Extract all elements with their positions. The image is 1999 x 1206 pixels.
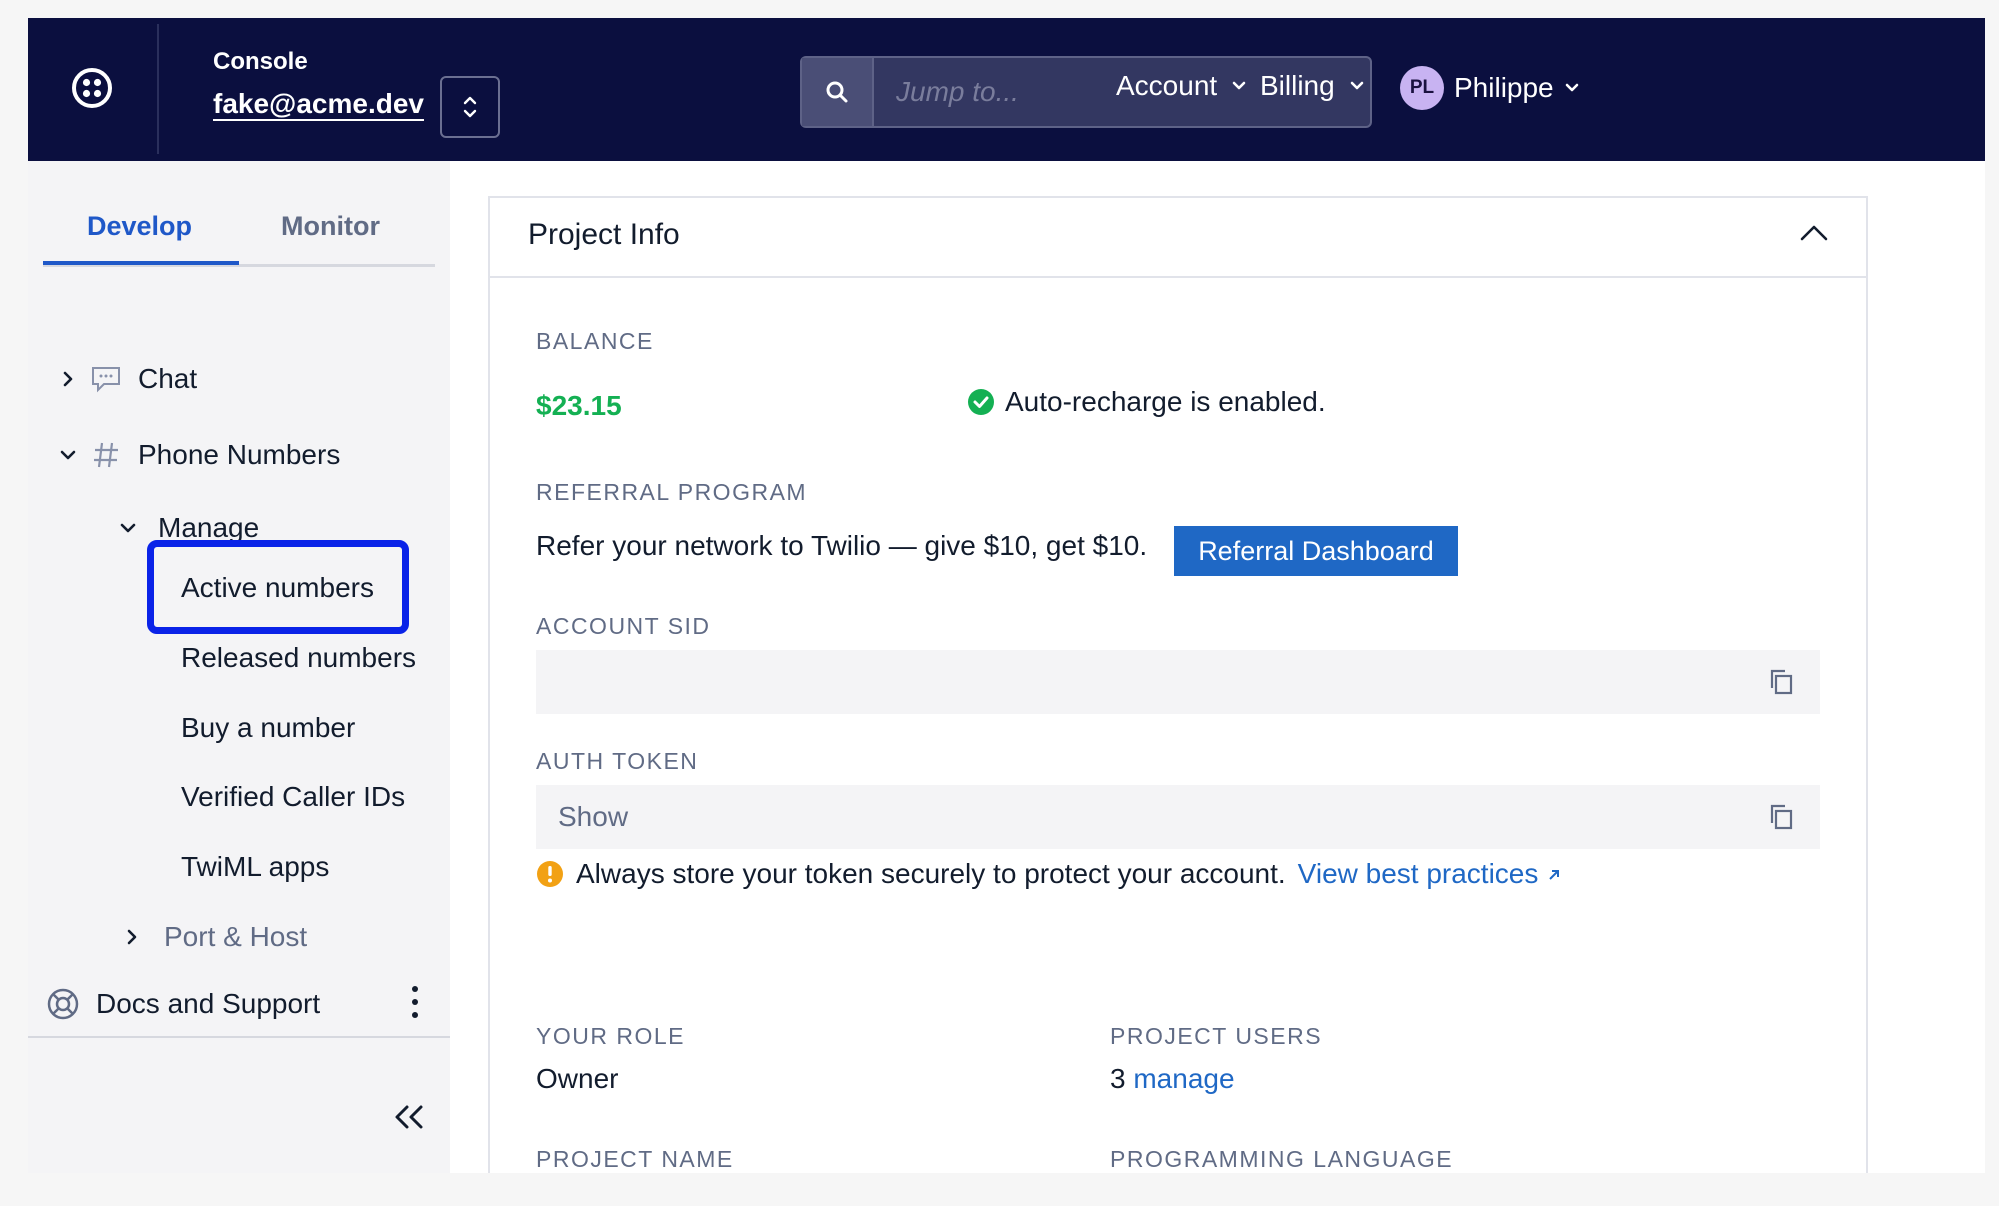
search-button[interactable] <box>802 58 874 126</box>
auth-token-label: AUTH TOKEN <box>536 748 699 774</box>
account-switcher-button[interactable] <box>440 76 500 138</box>
top-bar: Console fake@acme.dev Account Billing <box>28 18 1985 161</box>
billing-menu-label: Billing <box>1260 70 1335 101</box>
sidebar-item-port-and-host[interactable]: Port & Host <box>122 921 307 953</box>
view-best-practices-label: View best practices <box>1297 858 1539 889</box>
search-icon <box>826 81 848 103</box>
sidebar-item-chat[interactable]: Chat <box>58 363 197 395</box>
account-menu[interactable]: Account <box>1116 70 1247 102</box>
avatar: PL <box>1400 66 1444 110</box>
account-sid-label: ACCOUNT SID <box>536 613 711 639</box>
your-role-value: Owner <box>536 1063 619 1094</box>
auto-recharge-status: Auto-recharge is enabled. <box>967 386 1326 418</box>
chat-icon <box>90 365 122 393</box>
sidebar-item-released-numbers[interactable]: Released numbers <box>181 642 416 674</box>
chevron-up-icon <box>1800 225 1828 241</box>
referral-text: Refer your network to Twilio — give $10,… <box>536 530 1148 561</box>
auth-token-field: Show <box>536 785 1820 849</box>
tab-monitor[interactable]: Monitor <box>281 211 380 242</box>
twilio-logo-icon[interactable] <box>70 66 114 110</box>
sidebar-item-label: Phone Numbers <box>138 439 341 470</box>
your-role-label: YOUR ROLE <box>536 1023 685 1049</box>
chevron-down-icon <box>58 445 78 465</box>
balance-label: BALANCE <box>536 328 654 354</box>
sidebar: Develop Monitor Chat Phone Numbers Manag… <box>28 161 450 1173</box>
copy-auth-token-button[interactable] <box>1768 803 1794 836</box>
user-name: Philippe <box>1454 72 1554 103</box>
chevron-down-icon <box>1565 83 1578 92</box>
sidebar-item-label: TwiML apps <box>181 851 330 882</box>
copy-icon <box>1770 804 1793 830</box>
programming-language-label: PROGRAMMING LANGUAGE <box>1110 1146 1454 1172</box>
show-auth-token-button[interactable]: Show <box>558 801 628 833</box>
chevron-down-icon <box>1232 81 1246 90</box>
project-users-value: 3 manage <box>1110 1063 1235 1095</box>
referral-program-label: REFERRAL PROGRAM <box>536 479 808 505</box>
sidebar-tabs: Develop Monitor <box>43 191 435 267</box>
sidebar-item-label: Active numbers <box>181 572 374 603</box>
account-sid-field[interactable] <box>536 650 1820 714</box>
header-divider <box>157 24 159 154</box>
sidebar-item-twiml-apps[interactable]: TwiML apps <box>181 851 329 883</box>
sidebar-item-active-numbers[interactable]: Active numbers <box>181 572 374 604</box>
sidebar-item-verified-caller-ids[interactable]: Verified Caller IDs <box>181 781 405 813</box>
project-users-label: PROJECT USERS <box>1110 1023 1323 1049</box>
chevron-down-icon <box>1350 81 1364 90</box>
project-info-card: Project Info BALANCE $23.15 Auto-recharg… <box>488 196 1868 1173</box>
view-best-practices-link[interactable]: View best practices <box>1298 858 1563 890</box>
account-email-link[interactable]: fake@acme.dev <box>213 88 424 120</box>
chevron-right-icon <box>122 927 142 947</box>
sidebar-item-label: Chat <box>138 363 198 394</box>
more-options-button[interactable] <box>410 984 420 1025</box>
token-warning-text: Always store your token securely to prot… <box>576 858 1286 889</box>
external-link-icon <box>1549 870 1560 880</box>
billing-menu[interactable]: Billing <box>1260 70 1365 102</box>
warning-circle-icon <box>537 861 563 887</box>
copy-icon <box>1770 669 1793 695</box>
copy-account-sid-button[interactable] <box>1768 668 1794 701</box>
auto-recharge-text: Auto-recharge is enabled. <box>1005 386 1326 417</box>
collapse-sidebar-button[interactable] <box>392 1103 426 1136</box>
check-circle-icon <box>968 389 994 415</box>
console-label: Console <box>213 48 308 75</box>
chevron-up-down-icon <box>463 96 477 118</box>
sidebar-item-label: Released numbers <box>181 642 417 673</box>
docs-and-support-label: Docs and Support <box>96 988 321 1019</box>
sidebar-item-phone-numbers[interactable]: Phone Numbers <box>58 439 340 471</box>
user-menu[interactable]: PL Philippe <box>1400 66 1580 110</box>
sidebar-item-buy-a-number[interactable]: Buy a number <box>181 712 355 744</box>
project-name-label: PROJECT NAME <box>536 1146 734 1172</box>
sidebar-divider <box>28 1036 450 1038</box>
project-info-title: Project Info <box>528 218 680 251</box>
double-chevron-left-icon <box>395 1105 423 1129</box>
tab-develop[interactable]: Develop <box>87 211 192 242</box>
token-warning: Always store your token securely to prot… <box>536 858 1562 890</box>
project-users-count: 3 <box>1110 1063 1126 1094</box>
more-vertical-icon <box>412 986 418 1018</box>
docs-and-support-link[interactable]: Docs and Support <box>46 987 320 1021</box>
collapse-card-button[interactable] <box>1800 224 1828 247</box>
sidebar-item-label: Port & Host <box>164 921 308 952</box>
chevron-down-icon <box>118 518 138 538</box>
account-menu-label: Account <box>1116 70 1218 101</box>
manage-users-link[interactable]: manage <box>1133 1063 1234 1094</box>
active-tab-indicator <box>43 261 239 265</box>
referral-dashboard-button[interactable]: Referral Dashboard <box>1174 526 1458 576</box>
hash-icon <box>92 440 120 470</box>
sidebar-item-label: Verified Caller IDs <box>181 781 406 812</box>
lifebuoy-icon <box>46 987 80 1021</box>
chevron-right-icon <box>58 369 78 389</box>
balance-value: $23.15 <box>536 390 622 421</box>
project-info-header[interactable]: Project Info <box>490 198 1866 278</box>
sidebar-item-label: Buy a number <box>181 712 356 743</box>
console-window: Console fake@acme.dev Account Billing <box>28 18 1985 1173</box>
